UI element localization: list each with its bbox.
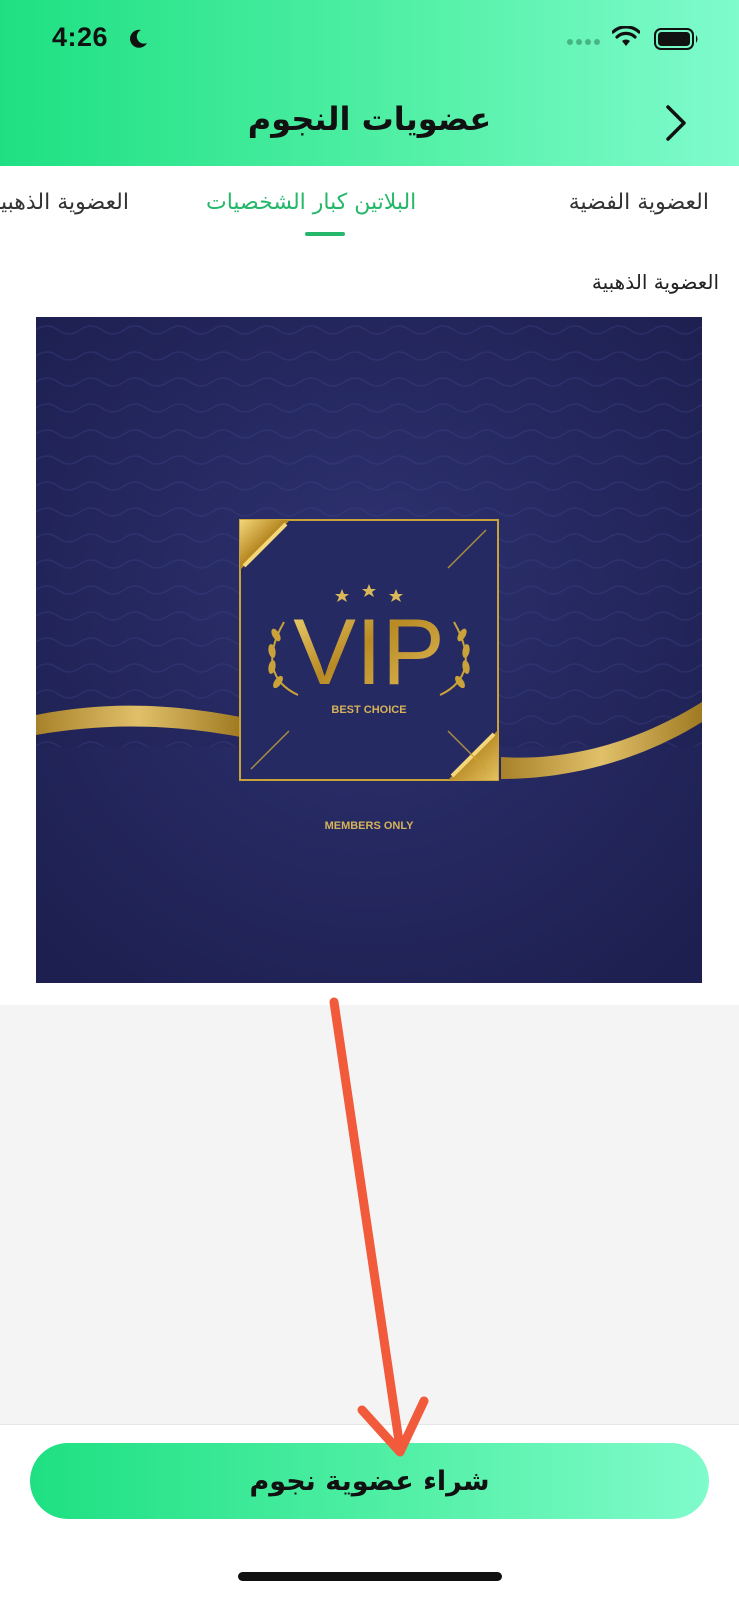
cellular-signal-icon: [567, 39, 600, 45]
chevron-right-icon: [666, 105, 686, 141]
battery-icon: [654, 28, 698, 50]
app-header: 4:26 عضويات النجوم: [0, 0, 739, 166]
tab-gold[interactable]: العضوية الذهبية: [0, 190, 129, 215]
moon-icon: [130, 29, 147, 48]
vip-headline: VIP: [293, 599, 445, 704]
back-button[interactable]: [656, 98, 696, 148]
active-tab-indicator: [305, 232, 345, 236]
page-title: عضويات النجوم: [247, 100, 492, 138]
home-indicator: [238, 1572, 502, 1581]
buy-membership-button[interactable]: شراء عضوية نجوم: [30, 1443, 709, 1519]
content-background: [0, 1005, 739, 1425]
vip-membership-image: VIP BEST CHOICE MEMBERS ONLY: [36, 317, 702, 983]
wifi-icon: [612, 26, 640, 46]
section-label: العضوية الذهبية: [591, 270, 719, 294]
status-time: 4:26: [52, 22, 109, 52]
buy-button-label: شراء عضوية نجوم: [249, 1465, 490, 1497]
tab-platinum-vip[interactable]: البلاتين كبار الشخصيات: [206, 190, 416, 215]
vip-tagline: BEST CHOICE: [331, 704, 406, 716]
tab-silver[interactable]: العضوية الفضية: [569, 190, 709, 215]
bottom-divider: [0, 1424, 739, 1425]
vip-footer: MEMBERS ONLY: [325, 820, 414, 832]
membership-tabs: العضوية الفضية البلاتين كبار الشخصيات ال…: [0, 166, 739, 246]
